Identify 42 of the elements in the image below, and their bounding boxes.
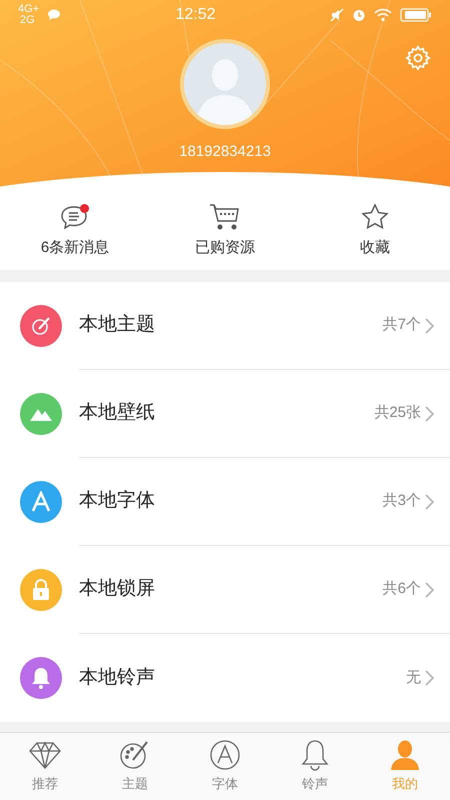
chevron-right-icon (425, 406, 434, 422)
person-icon (389, 739, 421, 772)
list-item-label: 本地主题 (79, 313, 156, 338)
chevron-right-icon (425, 318, 434, 334)
chevron-right-icon (425, 670, 434, 686)
item-count: 无 (406, 668, 421, 688)
bell-icon (30, 666, 52, 690)
star-icon (360, 202, 390, 232)
clock-time: 12:52 (176, 5, 216, 25)
diamond-icon (28, 739, 62, 772)
list-item[interactable]: 本地锁屏 共6个 (0, 546, 450, 634)
quick-action-button[interactable]: 已购资源 (150, 195, 300, 266)
list-item[interactable]: 本地壁纸 共25张 (0, 370, 450, 458)
list-item[interactable]: 本地铃声 无 (0, 634, 450, 722)
list-item[interactable]: 本地主题 共7个 (0, 282, 450, 370)
chat-bubble-icon (47, 9, 62, 21)
item-count: 共3个 (382, 491, 421, 512)
network-label: 2G (19, 15, 36, 26)
phone-number: 18192834213 (179, 142, 271, 162)
list-item-label: 本地字体 (79, 489, 156, 514)
chevron-right-icon (425, 582, 434, 598)
letter-icon (30, 491, 52, 513)
brush-icon (30, 315, 52, 337)
quick-action-button[interactable]: 6条新消息 (0, 195, 150, 266)
item-count: 共7个 (382, 315, 421, 336)
list-item-label: 本地锁屏 (79, 577, 156, 602)
padlock-icon (31, 578, 51, 602)
settings-button[interactable] (404, 44, 432, 72)
mute-icon (330, 8, 344, 22)
item-count: 共25张 (374, 403, 421, 424)
letter-circle-icon (209, 739, 241, 772)
wifi-icon (374, 8, 392, 22)
list-item-label: 本地铃声 (79, 666, 156, 690)
list-item[interactable]: 本地字体 共3个 (0, 458, 450, 546)
quick-action-button[interactable]: 收藏 (300, 195, 450, 266)
item-count: 共6个 (382, 579, 421, 600)
chevron-right-icon (425, 494, 434, 510)
network-label: 4G+ (18, 4, 40, 15)
alarm-icon (352, 8, 366, 22)
list-item-label: 本地壁纸 (79, 401, 156, 426)
bell-icon (301, 739, 329, 772)
battery-icon (400, 8, 432, 22)
